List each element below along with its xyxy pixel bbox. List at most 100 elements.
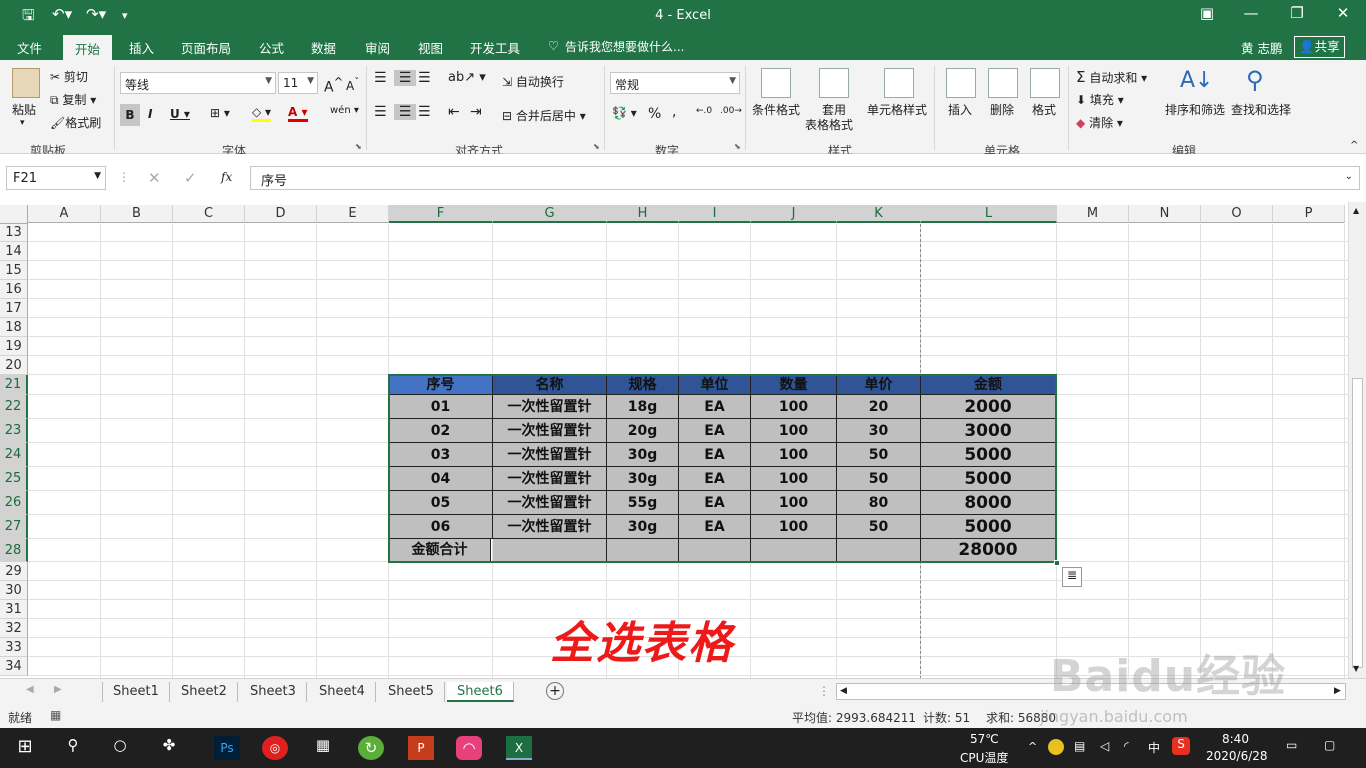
format-cells-icon[interactable] [1030, 68, 1060, 98]
tab-file[interactable]: 文件 [17, 38, 42, 57]
fan-app-icon[interactable]: ✤ [156, 736, 182, 760]
underline-button[interactable]: U ▾ [170, 107, 190, 121]
notification-icon[interactable]: ▭ [1286, 738, 1297, 752]
table-cell[interactable] [493, 539, 607, 562]
ribbon-display-icon[interactable]: ▣ [1192, 4, 1222, 22]
tab-developer[interactable]: 开发工具 [470, 38, 520, 57]
table-header-cell[interactable]: 数量 [751, 375, 837, 395]
ime-indicator[interactable]: 中 [1148, 739, 1160, 756]
dialog-launcher-icon[interactable]: ⬊ [355, 142, 362, 151]
speaker-icon[interactable]: ◁ [1100, 739, 1109, 753]
column-header[interactable]: M [1057, 205, 1129, 223]
bold-button[interactable]: B [120, 104, 140, 126]
column-header[interactable]: E [317, 205, 389, 223]
scroll-thumb[interactable] [1352, 378, 1363, 668]
table-total-label[interactable]: 金额合计 [389, 539, 491, 562]
table-cell[interactable]: 55g [607, 491, 679, 515]
cell-style-button[interactable]: 单元格样式 [867, 101, 927, 118]
column-header[interactable]: D [245, 205, 317, 223]
table-cell[interactable]: EA [679, 443, 751, 467]
table-cell[interactable] [837, 539, 921, 562]
align-bottom-icon[interactable]: ☰ [418, 70, 431, 86]
table-cell[interactable]: 5000 [921, 443, 1056, 467]
restore-button[interactable]: ❐ [1282, 4, 1312, 22]
phonetic-icon[interactable]: wén ▾ [330, 105, 359, 116]
row-header[interactable]: 21 [0, 375, 28, 395]
scroll-up-icon[interactable]: ▲ [1353, 206, 1359, 215]
macro-record-icon[interactable]: ▦ [50, 708, 61, 722]
column-header[interactable]: H [607, 205, 679, 223]
share-button[interactable]: 👤共享 [1294, 36, 1345, 58]
increase-indent-icon[interactable]: ⇥ [470, 104, 482, 120]
prev-sheet-icon[interactable]: ◀ [26, 684, 34, 695]
row-header[interactable]: 13 [0, 224, 28, 242]
row-header[interactable]: 27 [0, 515, 28, 539]
increase-decimal-icon[interactable]: ←.0 [696, 106, 712, 116]
table-cell[interactable] [607, 539, 679, 562]
excel-icon[interactable]: X [506, 736, 532, 760]
copy-button[interactable]: ⧉ 复制 ▾ [50, 91, 96, 108]
enter-icon[interactable]: ✓ [184, 169, 197, 187]
table-cell[interactable]: 04 [389, 467, 493, 491]
align-center-icon[interactable]: ☰ [394, 104, 416, 120]
column-header[interactable]: P [1273, 205, 1345, 223]
tab-home[interactable]: 开始 [63, 35, 113, 60]
column-header[interactable]: I [679, 205, 751, 223]
table-cell[interactable]: EA [679, 419, 751, 443]
table-cell[interactable]: 50 [837, 467, 921, 491]
column-header[interactable]: A [28, 205, 101, 223]
sort-filter-button[interactable]: 排序和筛选 [1165, 101, 1225, 118]
accounting-icon[interactable]: 💱 ▾ [612, 106, 637, 120]
table-cell[interactable]: 一次性留置针 [493, 419, 607, 443]
table-cell[interactable] [751, 539, 837, 562]
cortana-icon[interactable]: ○ [107, 736, 133, 760]
wrap-text-button[interactable]: ⇲ 自动换行 [502, 73, 564, 90]
search-icon[interactable]: ⚲ [60, 736, 86, 760]
tab-formulas[interactable]: 公式 [259, 38, 284, 57]
row-header[interactable]: 20 [0, 356, 28, 375]
table-cell[interactable]: 50 [837, 443, 921, 467]
delete-cells-icon[interactable] [988, 68, 1018, 98]
vertical-scrollbar[interactable]: ▲ ▼ [1348, 202, 1366, 678]
dialog-launcher-icon[interactable]: ⬊ [734, 142, 741, 151]
sheet-tab[interactable]: Sheet4 [309, 682, 376, 702]
font-size-select[interactable]: 11 ▼ [278, 72, 318, 94]
sheet-tab-active[interactable]: Sheet6 [447, 682, 514, 702]
column-header[interactable]: G [493, 205, 607, 223]
table-cell[interactable]: 一次性留置针 [493, 491, 607, 515]
column-header[interactable]: N [1129, 205, 1201, 223]
add-sheet-icon[interactable]: + [546, 682, 564, 700]
photoshop-icon[interactable]: Ps [214, 736, 240, 760]
table-cell[interactable]: 一次性留置针 [493, 515, 607, 539]
table-cell[interactable]: 一次性留置针 [493, 395, 607, 419]
browser-icon[interactable]: ↻ [358, 736, 384, 760]
scroll-down-icon[interactable]: ▼ [1353, 664, 1359, 673]
find-select-button[interactable]: 查找和选择 [1231, 101, 1291, 118]
tab-review[interactable]: 审阅 [365, 38, 390, 57]
tab-page-layout[interactable]: 页面布局 [181, 38, 231, 57]
table-cell[interactable]: 03 [389, 443, 493, 467]
minimize-button[interactable]: — [1236, 4, 1266, 22]
dialog-launcher-icon[interactable]: ⬊ [593, 142, 600, 151]
row-header[interactable]: 15 [0, 261, 28, 280]
table-cell[interactable]: 5000 [921, 467, 1056, 491]
table-cell[interactable]: 一次性留置针 [493, 467, 607, 491]
table-cell[interactable]: 100 [751, 491, 837, 515]
tab-view[interactable]: 视图 [418, 38, 443, 57]
font-color-icon[interactable]: A ▾ [288, 105, 308, 122]
row-header[interactable]: 30 [0, 581, 28, 600]
row-header[interactable]: 34 [0, 657, 28, 676]
format-painter-button[interactable]: 🖌格式刷 [50, 114, 101, 131]
table-cell[interactable]: 30 [837, 419, 921, 443]
table-cell[interactable]: 100 [751, 443, 837, 467]
row-header[interactable]: 23 [0, 419, 28, 443]
table-cell[interactable]: 30g [607, 443, 679, 467]
align-right-icon[interactable]: ☰ [418, 104, 431, 120]
column-header[interactable]: J [751, 205, 837, 223]
row-header[interactable]: 31 [0, 600, 28, 619]
align-top-icon[interactable]: ☰ [374, 70, 387, 86]
worksheet-grid[interactable]: ABCDEFGHIJKLMNOP 13 14 15 16 17 18 19 20 21 22 23 2… [0, 202, 1348, 678]
table-header-cell[interactable]: 序号 [389, 375, 493, 395]
collapse-ribbon-icon[interactable]: ^ [1350, 140, 1358, 151]
table-cell[interactable]: 100 [751, 395, 837, 419]
